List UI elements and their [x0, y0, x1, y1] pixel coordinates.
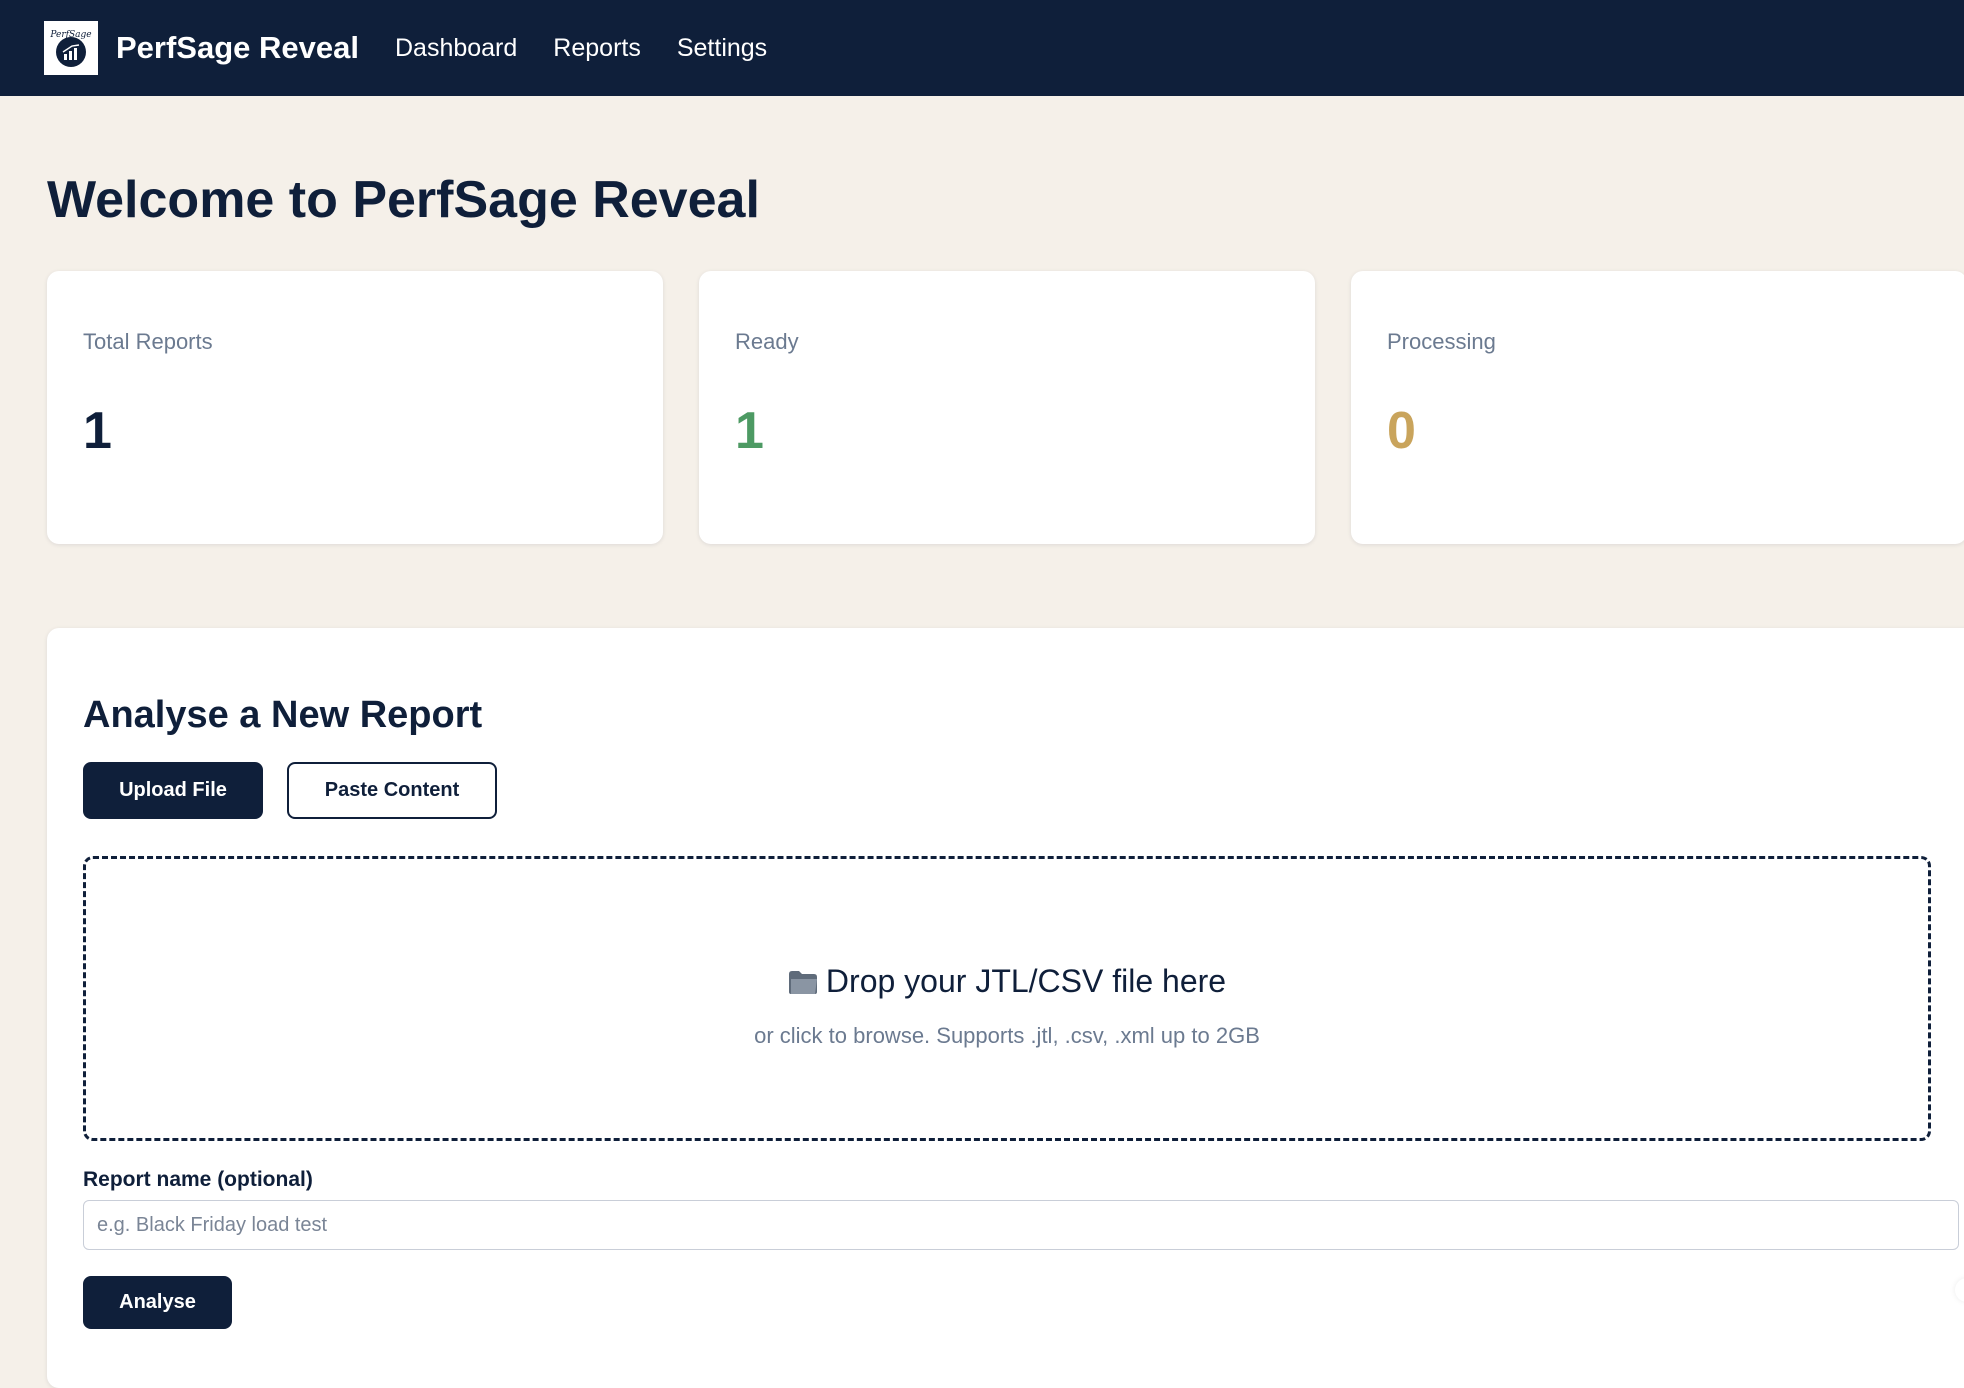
nav-link-dashboard[interactable]: Dashboard [395, 34, 517, 63]
stat-label: Processing [1387, 329, 1496, 354]
page-title: Welcome to PerfSage Reveal [47, 171, 760, 229]
stat-label: Ready [735, 329, 799, 354]
analyse-panel: Analyse a New Report Upload File Paste C… [47, 628, 1964, 1388]
report-name-input[interactable] [83, 1200, 1959, 1250]
nav-link-settings[interactable]: Settings [677, 34, 767, 63]
file-dropzone[interactable]: Drop your JTL/CSV file here or click to … [83, 856, 1931, 1141]
stat-label: Total Reports [83, 329, 213, 354]
stat-value: 0 [1387, 402, 1416, 460]
dropzone-title-text: Drop your JTL/CSV file here [825, 963, 1227, 999]
svg-text:PerfSage: PerfSage [49, 30, 91, 40]
report-name-label: Report name (optional) [83, 1168, 313, 1191]
dropzone-title: Drop your JTL/CSV file here [86, 963, 1928, 1000]
perfsage-logo-mark: PerfSage [49, 30, 92, 67]
stat-card-ready: Ready 1 [699, 271, 1315, 544]
stat-value: 1 [83, 402, 112, 460]
analyse-button[interactable]: Analyse [83, 1276, 232, 1329]
stat-value: 1 [735, 402, 764, 460]
dropzone-subtitle: or click to browse. Supports .jtl, .csv,… [754, 1023, 1260, 1048]
stat-card-processing: Processing 0 [1351, 271, 1964, 544]
paste-content-tab[interactable]: Paste Content [287, 762, 497, 819]
upload-file-tab[interactable]: Upload File [83, 762, 263, 819]
brand-name[interactable]: PerfSage Reveal [116, 30, 359, 66]
perfsage-logo[interactable]: PerfSage [44, 21, 98, 75]
stat-card-total-reports: Total Reports 1 [47, 271, 663, 544]
folder-icon [788, 971, 817, 994]
top-navbar: PerfSage PerfSage Reveal Dashboard Repor… [0, 0, 1964, 96]
analyse-title: Analyse a New Report [83, 694, 483, 736]
nav-link-reports[interactable]: Reports [553, 34, 641, 63]
